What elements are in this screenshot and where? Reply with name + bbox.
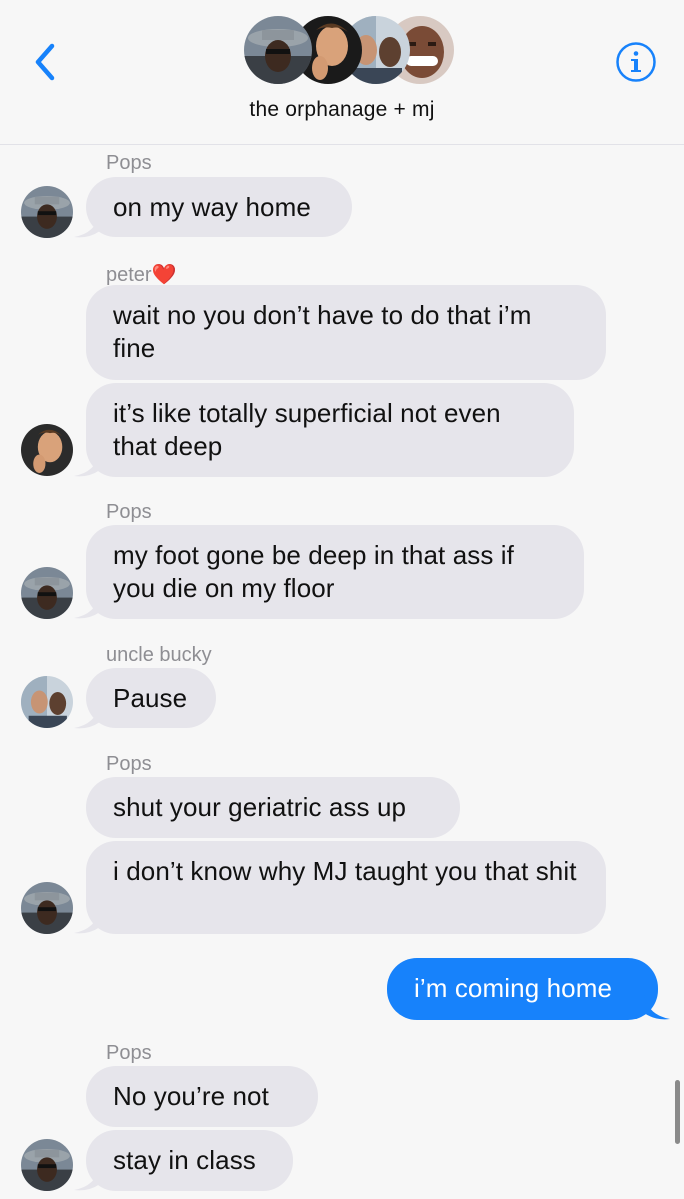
info-icon [616,42,656,82]
bubble-tail [74,452,100,477]
avatar-pops[interactable] [21,186,73,238]
sender-label: Pops [106,152,152,174]
bubble-tail [74,909,100,934]
bubble-tail [74,213,100,238]
bubble-tail-outgoing [644,995,670,1020]
sender-label: uncle bucky [106,644,212,666]
group-avatars[interactable] [244,16,454,86]
avatar-pops[interactable] [21,882,73,934]
message-bubble[interactable]: stay in class [86,1130,293,1191]
message-bubble[interactable]: my foot gone be deep in that ass if you … [86,525,584,619]
message-bubble[interactable]: No you’re not [86,1066,318,1127]
avatar-peter[interactable] [21,424,73,476]
avatar-pops[interactable] [21,1139,73,1191]
avatar-bucky[interactable] [21,676,73,728]
sender-label: Pops [106,501,152,523]
chevron-left-icon [35,43,55,81]
sender-label: Pops [106,753,152,775]
message-bubble[interactable]: on my way home [86,177,352,237]
conversation-header: the orphanage + mj [0,0,684,145]
heart-emoji-icon: ❤️ [151,264,177,286]
bubble-tail [74,594,100,619]
message-bubble[interactable]: it’s like totally superficial not even t… [86,383,574,477]
message-bubble[interactable]: shut your geriatric ass up [86,777,460,838]
group-name[interactable]: the orphanage + mj [0,98,684,122]
scrollbar-thumb[interactable] [675,1080,680,1144]
group-avatar-pops [244,16,312,84]
sender-label: peter❤️ [106,264,177,286]
message-bubble[interactable]: wait no you don’t have to do that i’m fi… [86,285,606,380]
bubble-tail [74,1166,100,1191]
sender-label: Pops [106,1042,152,1064]
bubble-tail [74,704,100,729]
message-bubble[interactable]: Pause [86,668,216,728]
info-button[interactable] [615,41,657,83]
avatar-pops[interactable] [21,567,73,619]
message-bubble[interactable]: i don’t know why MJ taught you that shit [86,841,606,934]
outgoing-message-bubble[interactable]: i’m coming home [387,958,658,1020]
back-button[interactable] [30,40,64,84]
